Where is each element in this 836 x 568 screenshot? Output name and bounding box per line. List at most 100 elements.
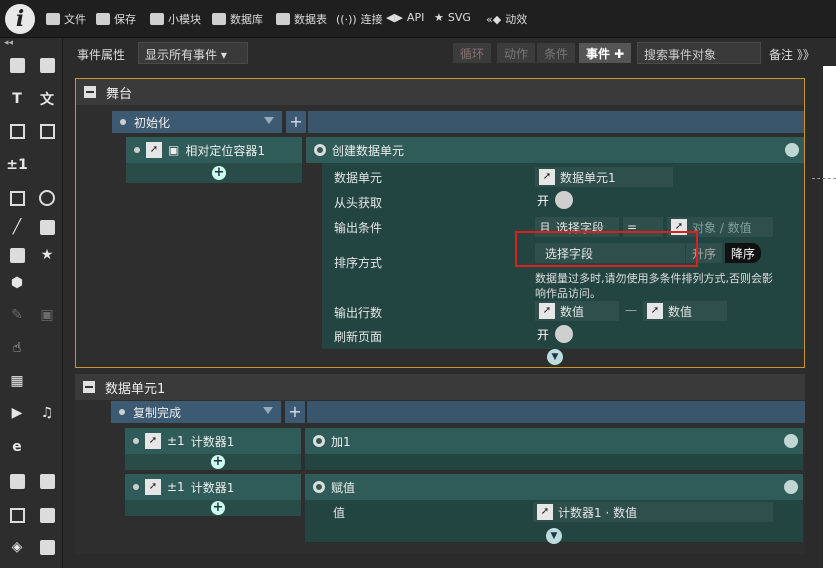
loop-button[interactable]: 循环	[453, 43, 492, 63]
bullet-icon	[119, 409, 125, 415]
bullet-icon	[133, 484, 139, 490]
music-icon[interactable]: ♫	[38, 404, 56, 422]
api-button[interactable]: ◀▶ API	[386, 11, 424, 24]
object-select[interactable]: ➚ ±1 计数器1	[125, 474, 301, 500]
event-canvas: 舞台 初始化 + ➚ ▣ 相对定位容器1 + 创建数据单元 数据单元 ➚ 数据单元1 …	[63, 68, 823, 568]
data-unit-select[interactable]: ➚ 数据单元1	[535, 167, 673, 187]
output-condition-label: 输出条件	[334, 221, 383, 235]
data-unit-label: 数据单元	[334, 171, 383, 185]
polygon-icon[interactable]: ⬢	[8, 274, 26, 292]
info-logo-icon[interactable]: i	[5, 4, 35, 34]
object-select[interactable]: ➚ ▣ 相对定位容器1	[126, 137, 302, 163]
action-select[interactable]: 创建数据单元	[306, 137, 804, 163]
sort-label: 排序方式	[334, 256, 383, 270]
database-button[interactable]: 数据库	[212, 11, 263, 27]
collapse-icon[interactable]	[83, 381, 95, 393]
add-trigger-button[interactable]: +	[286, 111, 306, 133]
desc-button[interactable]: 降序	[725, 243, 762, 263]
search-event-input[interactable]: 搜索事件对象	[637, 42, 761, 64]
data-unit-header[interactable]: 数据单元1	[75, 374, 805, 400]
action-button[interactable]: 动作	[497, 43, 536, 63]
touch-icon[interactable]: ☝	[8, 339, 26, 357]
value-label: 值	[333, 506, 346, 520]
layers-icon[interactable]: ◈	[8, 538, 26, 556]
add-trigger-button[interactable]: +	[285, 401, 305, 423]
stage-header[interactable]: 舞台	[76, 79, 804, 105]
connect-button[interactable]: ((·)) 连接	[336, 11, 383, 27]
add-object-icon[interactable]: +	[211, 501, 225, 515]
sort-hint: 数据量过多时,请勿使用多条件排列方式,否则会影响作品访问。	[535, 272, 773, 300]
trigger-select[interactable]: 初始化	[112, 111, 282, 133]
chevron-down-icon[interactable]: ▼	[547, 349, 563, 365]
animation-button[interactable]: «◆ 动效	[486, 11, 527, 27]
line-icon[interactable]: ╱	[8, 218, 26, 236]
action-select[interactable]: 赋值	[305, 474, 803, 500]
svg-file-icon[interactable]	[38, 218, 56, 236]
left-component-bar: ◂◂ T文 ±1 ╱ ★ ⬢ ✎ ▣ ☝ ▦ ▶ ♫ e ◈	[0, 38, 63, 568]
toggle-knob	[555, 191, 574, 209]
svg-folder-icon[interactable]	[8, 246, 26, 264]
pointer-icon: ➚	[539, 303, 555, 319]
gallery-icon[interactable]	[38, 56, 56, 74]
svg-button[interactable]: ★ SVG	[434, 11, 471, 24]
add-object-icon[interactable]: +	[212, 166, 226, 180]
data-unit-section: 数据单元1 复制完成 + ➚ ±1 计数器1 + 加1 ➚ ±1 计数器1 + 赋值 值…	[75, 374, 805, 554]
condition-button[interactable]: 条件	[537, 43, 576, 63]
dropdown-icon	[264, 117, 274, 124]
row-end-select[interactable]: ➚ 数值	[643, 301, 727, 321]
archive-icon[interactable]	[38, 506, 56, 524]
document-icon[interactable]	[38, 472, 56, 490]
qrcode-icon[interactable]: ▦	[8, 372, 26, 390]
value-select[interactable]: ➚ 计数器1 · 数值	[533, 502, 773, 522]
add-event-button[interactable]: 事件 ✚	[579, 43, 632, 63]
clock-icon[interactable]	[782, 432, 800, 450]
pointer-icon: ➚	[145, 479, 161, 495]
bullet-icon	[133, 438, 139, 444]
browser-icon[interactable]: e	[8, 438, 26, 456]
chevron-down-icon[interactable]: ▼	[546, 528, 562, 544]
row-start-select[interactable]: ➚ 数值	[535, 301, 619, 321]
action-select[interactable]: 加1	[305, 428, 803, 454]
rectangle-icon[interactable]	[8, 189, 26, 207]
collapse-toggle[interactable]: ◂◂	[0, 38, 62, 48]
screen-icon[interactable]	[8, 506, 26, 524]
pen-icon[interactable]: ✎	[8, 306, 26, 324]
trigger-bar	[308, 111, 804, 133]
article-icon[interactable]	[38, 122, 56, 140]
pointer-icon: ➚	[537, 504, 553, 520]
star-icon: ★	[434, 11, 444, 24]
folder-icon[interactable]	[38, 538, 56, 556]
add-object-icon[interactable]: +	[211, 455, 225, 469]
save-button[interactable]: 保存	[96, 11, 136, 27]
gear-icon	[313, 435, 325, 447]
text-icon[interactable]: T	[8, 90, 26, 108]
save-icon	[96, 13, 110, 25]
trigger-select[interactable]: 复制完成	[111, 401, 281, 423]
copy-icon[interactable]: ▣	[38, 306, 56, 324]
highlight-box	[515, 231, 698, 267]
circle-icon[interactable]	[38, 189, 56, 207]
image-icon[interactable]	[8, 56, 26, 74]
database-icon	[212, 13, 226, 25]
counter-icon[interactable]: ±1	[6, 156, 27, 174]
object-select[interactable]: ➚ ±1 计数器1	[125, 428, 301, 454]
range-dash: —	[625, 303, 637, 317]
action-footer	[305, 454, 803, 470]
edit-icon[interactable]	[8, 122, 26, 140]
video-icon[interactable]: ▶	[8, 404, 26, 422]
module-button[interactable]: 小模块	[150, 11, 201, 27]
clock-icon[interactable]	[783, 141, 801, 159]
star-shape-icon[interactable]: ★	[38, 246, 56, 264]
event-filter-select[interactable]: 显示所有事件 ▾	[138, 42, 248, 64]
datatable-button[interactable]: 数据表	[276, 11, 327, 27]
gear-icon	[313, 481, 325, 493]
note-icon[interactable]	[8, 472, 26, 490]
refresh-page-toggle[interactable]: 开	[537, 325, 574, 343]
collapse-icon[interactable]	[84, 86, 96, 98]
clock-icon[interactable]	[782, 478, 800, 496]
file-menu[interactable]: 文件	[46, 11, 86, 27]
from-start-toggle[interactable]: 开	[537, 191, 574, 209]
translate-icon[interactable]: 文	[38, 90, 56, 108]
notes-button[interactable]: 备注 》》	[769, 46, 815, 63]
plug-icon: ◀▶	[386, 11, 403, 24]
